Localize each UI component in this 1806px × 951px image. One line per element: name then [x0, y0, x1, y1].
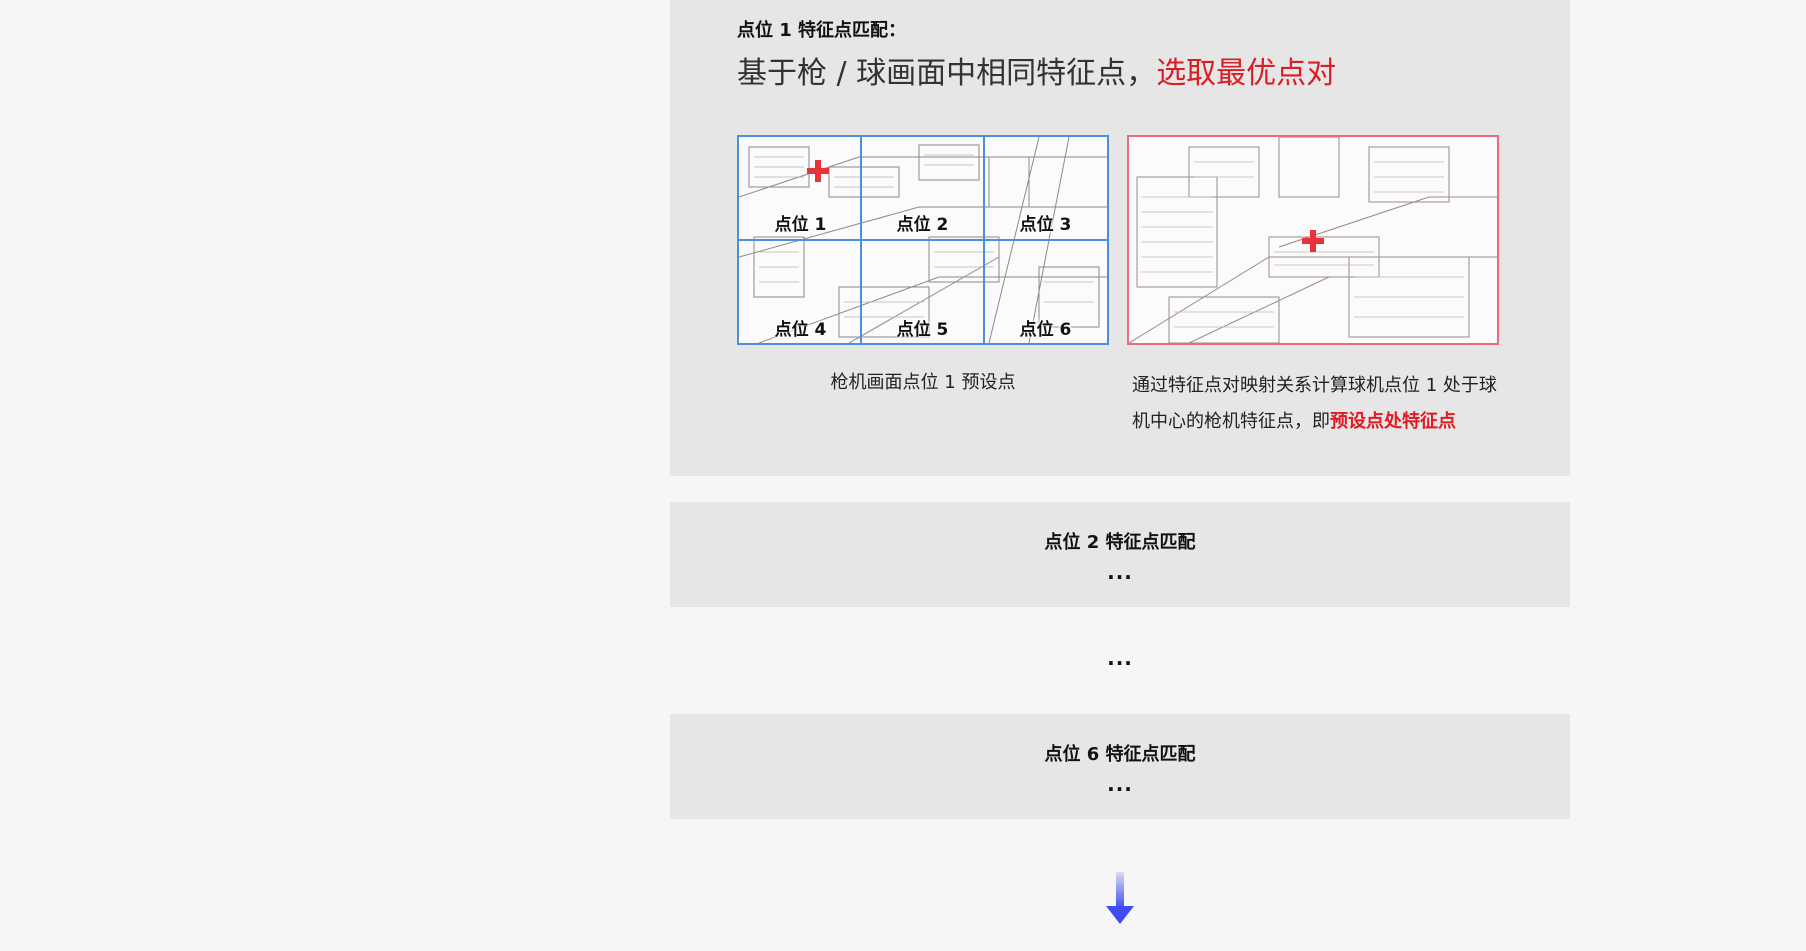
step1-panel: 点位 1 特征点匹配： 基于枪 / 球画面中相同特征点，选取最优点对 点位 1 …: [670, 0, 1570, 476]
step2-title: 点位 2 特征点匹配: [1044, 532, 1196, 553]
dome-camera-image: [1127, 135, 1499, 345]
step2-ellipsis: ...: [1107, 560, 1133, 584]
step6-ellipsis: ...: [1107, 772, 1133, 796]
grid-line: [739, 239, 1107, 241]
headline-highlight: 选取最优点对: [1156, 56, 1337, 91]
cell-label: 点位 3: [1019, 215, 1072, 235]
caption-gun-preset: 枪机画面点位 1 预设点: [830, 372, 1016, 393]
red-cross-marker-icon: [807, 160, 829, 182]
step2-panel: 点位 2 特征点匹配 ...: [670, 502, 1570, 607]
headline-prefix: 基于枪 / 球画面中相同特征点，: [737, 56, 1157, 91]
step1-title: 点位 1 特征点匹配：: [737, 20, 907, 41]
step1-headline: 基于枪 / 球画面中相同特征点，选取最优点对: [737, 48, 1336, 92]
middle-ellipsis: ...: [1107, 646, 1133, 670]
cell-label: 点位 5: [896, 320, 949, 340]
step6-panel: 点位 6 特征点匹配 ...: [670, 714, 1570, 819]
cell-label: 点位 1: [774, 215, 827, 235]
red-cross-marker-icon: [1302, 230, 1324, 252]
step6-title: 点位 6 特征点匹配: [1044, 744, 1196, 765]
cell-label: 点位 2: [896, 215, 949, 235]
cell-label: 点位 4: [774, 320, 827, 340]
down-arrow-icon: [1106, 872, 1134, 924]
gun-camera-image: 点位 1 点位 2 点位 3 点位 4 点位 5 点位 6: [737, 135, 1109, 345]
caption-mapping-highlight: 预设点处特征点: [1330, 411, 1456, 432]
caption-mapping: 通过特征点对映射关系计算球机点位 1 处于球机中心的枪机特征点，即预设点处特征点: [1132, 368, 1512, 440]
cell-label: 点位 6: [1019, 320, 1072, 340]
